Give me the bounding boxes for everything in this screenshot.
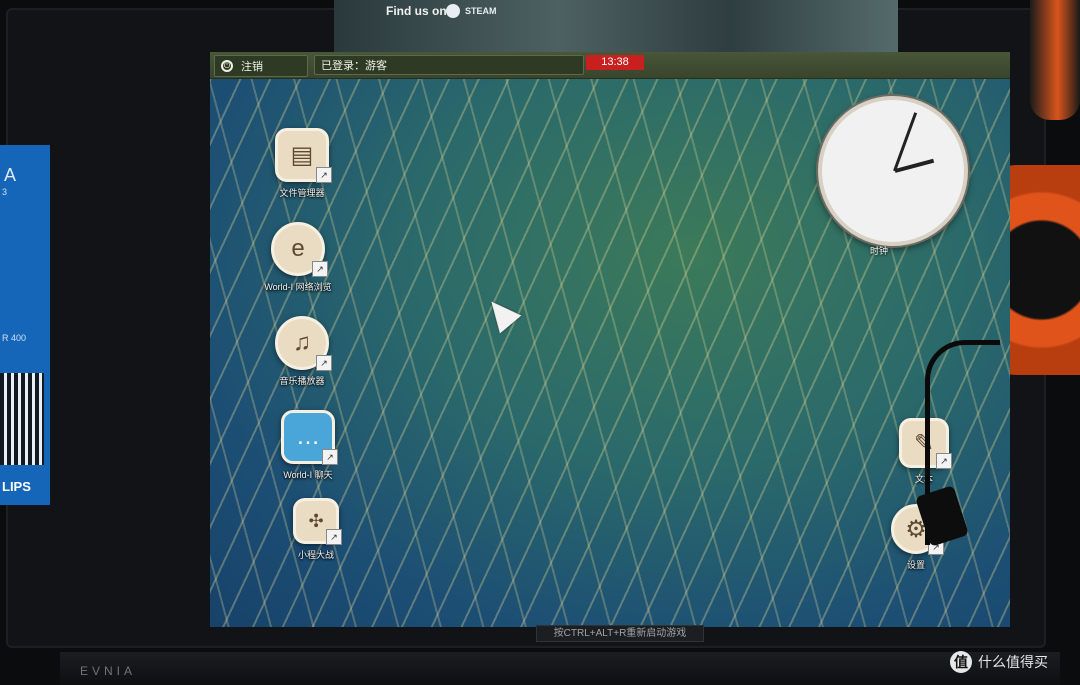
desktop-icon-browser[interactable]: e ↗ World-I 网络浏览: [258, 222, 338, 293]
folder-icon: ▤ ↗: [275, 128, 332, 183]
qr-code: [0, 373, 44, 465]
desktop-icon-label: World-I 聊天: [283, 470, 333, 480]
headphone-band: [1030, 0, 1080, 120]
shortcut-badge-icon: ↗: [316, 167, 332, 183]
top-clock: 13:38: [586, 55, 644, 70]
poster-small-text: 3: [2, 187, 8, 197]
chat-bubble-icon: … ↗: [281, 410, 338, 465]
logout-button[interactable]: ⏻ 注销: [214, 55, 308, 77]
clock-minute-hand: [893, 112, 918, 172]
mouse-cursor-icon: [480, 292, 522, 334]
left-poster: A 3 R 400 LIPS: [0, 145, 50, 505]
desktop-icon-chat[interactable]: … ↗ World-I 聊天: [268, 410, 348, 481]
steam-banner-text: Find us on: [386, 4, 447, 18]
desktop-icon-label: 音乐播放器: [279, 376, 325, 386]
watermark-text: 什么值得买: [978, 654, 1048, 670]
desktop-icon-file-manager[interactable]: ▤ ↗ 文件管理器: [262, 128, 342, 199]
monitor-brand: EVNIA: [80, 664, 137, 678]
steam-logo-icon: [446, 4, 460, 18]
puzzle-game-icon: ✣ ↗: [293, 498, 342, 545]
login-status: 已登录：游客: [314, 55, 584, 75]
music-disc-icon: ♫ ↗: [275, 316, 332, 371]
desktop-icon-label: World-I 网络浏览: [264, 282, 332, 292]
desktop-icon-label: 小程大战: [297, 550, 334, 560]
top-bar: ⏻ 注销 已登录：游客 13:38: [210, 52, 1010, 79]
desktop-icon-label: 文件管理器: [279, 188, 325, 198]
watermark: 值 什么值得买: [950, 651, 1048, 673]
steam-banner: Find us on STEAM: [334, 0, 898, 56]
shortcut-badge-icon: ↗: [326, 529, 342, 545]
poster-logo: LIPS: [2, 479, 31, 494]
logout-label: 注销: [241, 61, 263, 73]
poster-letter: A: [4, 165, 17, 185]
clock-widget-label: 时钟: [870, 246, 889, 256]
power-icon: ⏻: [221, 60, 233, 72]
shortcut-badge-icon: ↗: [322, 449, 338, 465]
clock-hour-hand: [894, 158, 935, 173]
shortcut-badge-icon: ↗: [312, 261, 328, 277]
desktop-icon-label: 设置: [906, 560, 925, 570]
shortcut-badge-icon: ↗: [316, 355, 332, 371]
restart-hint: 按CTRL+ALT+R重新启动游戏: [536, 625, 704, 642]
steam-brand: STEAM: [465, 6, 497, 16]
game-desktop-screen: ⏻ 注销 已登录：游客 13:38 ▤ ↗ 文件管理器 e ↗ World-I 网络…: [210, 52, 1010, 627]
desktop-icon-game[interactable]: ✣ ↗ 小程大战: [276, 498, 356, 561]
poster-model-text: R 400: [2, 333, 27, 343]
desktop-icon-music[interactable]: ♫ ↗ 音乐播放器: [262, 316, 342, 387]
watermark-logo-icon: 值: [950, 651, 972, 673]
browser-icon: e ↗: [271, 222, 328, 277]
monitor-bottom-bar: [60, 652, 1060, 685]
analog-clock-widget[interactable]: [818, 96, 968, 246]
